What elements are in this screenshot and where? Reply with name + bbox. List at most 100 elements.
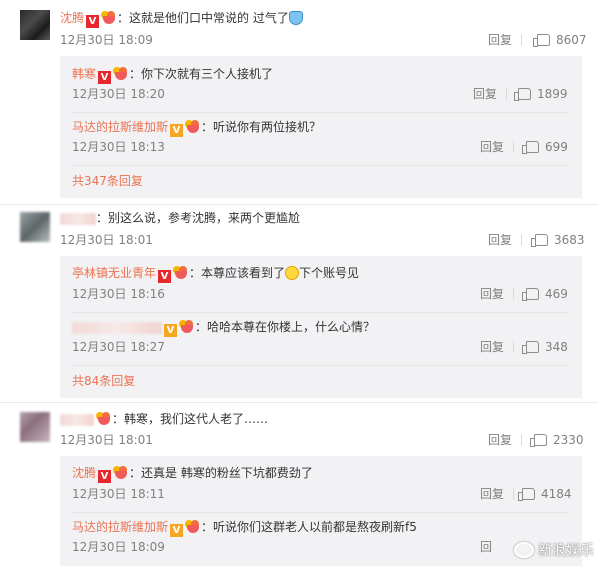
reply-meta: 12月30日 18:09 回 <box>60 537 582 557</box>
like-button[interactable]: 4184 <box>518 484 572 504</box>
reply-button[interactable]: 回 <box>480 537 492 557</box>
verified-badge-icon: V <box>158 270 172 283</box>
divider <box>513 288 514 300</box>
reply-date: 12月30日 18:27 <box>72 340 165 354</box>
username[interactable]: 沈腾 <box>60 11 84 25</box>
comment-date: 12月30日 18:01 <box>60 233 153 247</box>
fan-badge-icon <box>185 120 201 133</box>
comment-meta: 12月30日 18:01 回复 3683 <box>0 230 598 250</box>
reply-button[interactable]: 回复 <box>480 137 504 157</box>
username[interactable]: 沈腾 <box>72 466 96 480</box>
reply-meta: 12月30日 18:13 回复 699 <box>60 137 582 157</box>
reply-date: 12月30日 18:09 <box>72 540 165 554</box>
reply-text: ：本尊应该看到了 <box>189 266 286 280</box>
fan-badge-icon <box>101 11 117 24</box>
reply-text: ：你下次就有三个人接机了 <box>129 67 274 81</box>
reply-meta: 12月30日 18:20 回复 1899 <box>60 84 582 104</box>
thumbs-up-icon <box>531 234 548 247</box>
comment-line: ：别这么说，参考沈腾，来两个更尴尬 <box>60 208 300 228</box>
like-button[interactable]: 348 <box>522 337 568 357</box>
like-button[interactable]: 1899 <box>514 84 568 104</box>
fan-badge-icon <box>173 266 189 279</box>
like-button[interactable]: 3683 <box>531 230 585 250</box>
thumbs-up-icon <box>530 434 547 447</box>
reply-box: 沈腾 V ：还真是 韩寒的粉丝下坑都费劲了 12月30日 18:11 回复 4184… <box>60 456 582 566</box>
reply-button[interactable]: 回复 <box>480 484 504 504</box>
like-button[interactable]: 2330 <box>530 430 584 450</box>
like-button[interactable]: 8607 <box>533 30 587 50</box>
verified-badge-icon: V <box>98 470 112 483</box>
reply-text: ：还真是 韩寒的粉丝下坑都费劲了 <box>129 466 313 480</box>
username-blurred[interactable] <box>60 413 94 426</box>
emoji-icon <box>288 11 303 25</box>
username-blurred[interactable] <box>72 321 162 334</box>
like-count: 2330 <box>553 433 584 447</box>
fan-badge-icon <box>96 412 112 425</box>
like-count: 469 <box>545 287 568 301</box>
reply-date: 12月30日 18:11 <box>72 487 165 501</box>
comment-date: 12月30日 18:01 <box>60 433 153 447</box>
comment-date: 12月30日 18:09 <box>60 33 153 47</box>
reply-divider <box>72 365 570 366</box>
reply-button[interactable]: 回复 <box>488 30 512 50</box>
divider <box>513 341 514 353</box>
like-count: 699 <box>545 140 568 154</box>
reply-date: 12月30日 18:13 <box>72 140 165 154</box>
verified-badge-icon: V <box>86 15 100 28</box>
reply-meta: 12月30日 18:16 回复 469 <box>60 284 582 304</box>
comment-line: ：韩寒，我们这代人老了…… <box>60 409 268 429</box>
reply-line: 沈腾 V ：还真是 韩寒的粉丝下坑都费劲了 <box>72 463 313 483</box>
thumbs-up-icon <box>522 141 539 154</box>
more-replies-link[interactable]: 共347条回复 <box>72 171 143 191</box>
reply-divider <box>72 165 570 166</box>
verified-badge-icon: V <box>170 124 184 137</box>
reply-button[interactable]: 回复 <box>480 337 504 357</box>
username[interactable]: 亭林镇无业青年 <box>72 266 156 280</box>
username[interactable]: 马达的拉斯维加斯 <box>72 120 168 134</box>
thumbs-up-icon <box>514 88 531 101</box>
reply-button[interactable]: 回复 <box>473 84 497 104</box>
like-count: 348 <box>545 340 568 354</box>
divider <box>521 434 522 446</box>
smile-emoji-icon <box>285 266 300 280</box>
fan-badge-icon <box>179 320 195 333</box>
like-button[interactable]: 469 <box>522 284 568 304</box>
comment-meta: 12月30日 18:09 回复 8607 <box>0 30 598 50</box>
reply-date: 12月30日 18:20 <box>72 87 165 101</box>
like-button[interactable]: 699 <box>522 137 568 157</box>
comment-text: ：别这么说，参考沈腾，来两个更尴尬 <box>96 211 301 225</box>
verified-badge-icon: V <box>170 524 184 537</box>
more-replies-link[interactable]: 共84条回复 <box>72 371 135 391</box>
reply-divider <box>72 112 570 113</box>
thumbs-up-icon <box>522 341 539 354</box>
reply-line: 马达的拉斯维加斯 V ：听说你有两位接机？ <box>72 117 321 137</box>
fan-badge-icon <box>185 520 201 533</box>
divider <box>521 34 522 46</box>
reply-box: 亭林镇无业青年 V ：本尊应该看到了 下个账号见 12月30日 18:16 回复 46… <box>60 256 582 398</box>
divider <box>513 488 514 500</box>
reply-text-after: 下个账号见 <box>299 266 360 280</box>
thumbs-up-icon <box>518 488 535 501</box>
reply-divider <box>72 312 570 313</box>
fan-badge-icon <box>113 466 129 479</box>
reply-button[interactable]: 回复 <box>488 430 512 450</box>
divider <box>506 88 507 100</box>
comment-text: ：这就是他们口中常说的 过气了 <box>117 11 289 25</box>
reply-text: ：哈哈本尊在你楼上，什么心情？ <box>195 320 376 334</box>
comment-line: 沈腾 V ：这就是他们口中常说的 过气了 <box>60 8 303 28</box>
reply-text: ：听说你有两位接机？ <box>201 120 322 134</box>
username-blurred[interactable] <box>60 212 96 225</box>
verified-badge-icon: V <box>98 71 112 84</box>
like-count: 8607 <box>556 33 587 47</box>
divider <box>513 141 514 153</box>
verified-badge-icon: V <box>164 324 177 337</box>
username[interactable]: 马达的拉斯维加斯 <box>72 520 168 534</box>
thread-divider <box>0 402 598 403</box>
fan-badge-icon <box>113 67 129 80</box>
reply-button[interactable]: 回复 <box>480 284 504 304</box>
weibo-logo-icon <box>514 542 534 558</box>
reply-button[interactable]: 回复 <box>488 230 512 250</box>
username[interactable]: 韩寒 <box>72 67 96 81</box>
reply-line: V ：哈哈本尊在你楼上，什么心情？ <box>72 317 375 337</box>
reply-meta: 12月30日 18:11 回复 4184 <box>60 484 582 504</box>
